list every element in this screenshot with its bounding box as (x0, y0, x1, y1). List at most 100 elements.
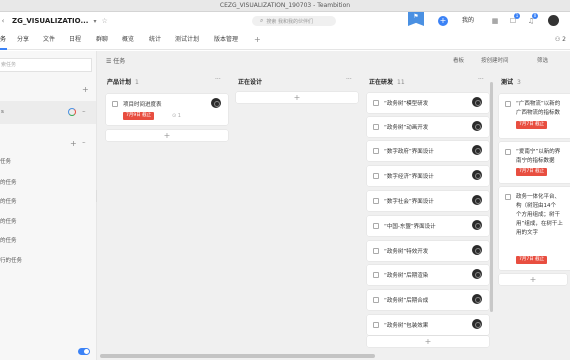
sidebar-toggle[interactable] (78, 348, 90, 355)
tab-tasks[interactable]: 务 (0, 30, 8, 50)
board-title: ☰ 任务 (106, 58, 126, 65)
assignee-avatar[interactable] (472, 319, 482, 329)
mine-menu[interactable]: 我的 (462, 16, 474, 26)
task-card[interactable]: “数字社会”界面设计 (367, 191, 489, 211)
tab-version-management[interactable]: 版本管理 (214, 30, 238, 50)
assignee-avatar[interactable] (472, 170, 482, 180)
task-card[interactable]: “政务树”特效开发 (367, 241, 489, 261)
task-card[interactable]: “政务树”包装效果 (367, 315, 489, 335)
task-card[interactable]: “广西物流”以新的 广西物流的指标数 7月7日 截止 (499, 94, 570, 138)
assignee-avatar[interactable] (472, 269, 482, 279)
task-checkbox[interactable] (505, 194, 511, 200)
task-checkbox[interactable] (373, 124, 379, 130)
task-checkbox[interactable] (373, 198, 379, 204)
assignee-avatar[interactable] (472, 220, 482, 230)
search-icon: ⌕ (260, 17, 264, 24)
sidebar-search-input[interactable]: 索任务 (0, 58, 92, 72)
sidebar-item[interactable]: 行的任务 (0, 256, 22, 264)
sidebar-add-group-icon[interactable]: + (70, 139, 77, 148)
task-checkbox[interactable] (373, 272, 379, 278)
tab-statistics[interactable]: 统计 (149, 30, 161, 50)
task-checkbox[interactable] (112, 101, 118, 107)
calendar-icon[interactable]: ▦ (490, 16, 500, 26)
task-checkbox[interactable] (373, 223, 379, 229)
sidebar-item[interactable]: 任务 (0, 157, 11, 165)
task-checkbox[interactable] (505, 101, 511, 107)
column-more-icon[interactable]: ··· (478, 76, 484, 83)
search-placeholder: 搜索 我和我的伙伴们 (266, 18, 313, 25)
task-checkbox[interactable] (373, 322, 379, 328)
task-card[interactable]: “政务树”模型研发 (367, 93, 489, 113)
add-tab-icon[interactable]: + (254, 30, 261, 50)
more-group-icon[interactable]: ··· (82, 140, 86, 147)
task-title: “政务树”特效开发 (384, 249, 429, 255)
task-card[interactable]: “政务树”后期渲染 (367, 265, 489, 285)
tab-group-chat[interactable]: 群聊 (96, 30, 108, 50)
tab-test-plan[interactable]: 测试计划 (175, 30, 199, 50)
assignee-avatar[interactable] (472, 145, 482, 155)
task-card[interactable]: “中国-东盟”界面设计 (367, 216, 489, 236)
add-task-button[interactable]: + (367, 336, 489, 347)
task-title: 政务一体化平台、 构（树冠由14个 个方用组成；树干 用”组成，在树干上 用的文字 (516, 194, 563, 236)
sort-select[interactable]: 按创建时间 (481, 56, 509, 64)
assignee-avatar[interactable] (472, 97, 482, 107)
sidebar-item[interactable]: 的任务 (0, 178, 17, 186)
column-title-plan: 产品计划 1 (107, 79, 139, 86)
task-checkbox[interactable] (373, 173, 379, 179)
task-checkbox[interactable] (505, 149, 511, 155)
task-checkbox[interactable] (373, 148, 379, 154)
add-task-button[interactable]: + (106, 130, 228, 141)
assignee-avatar[interactable] (211, 98, 221, 108)
task-title: “广西物流”以新的 广西物流的指标数 (516, 101, 561, 116)
add-icon[interactable]: + (438, 16, 448, 26)
assignee-avatar[interactable] (472, 294, 482, 304)
task-title: “政务树”后期渲染 (384, 273, 429, 279)
task-title: “数字社会”界面设计 (384, 199, 434, 205)
task-card[interactable]: 政务一体化平台、 构（树冠由14个 个方用组成；树干 用”组成，在树干上 用的文字 7月… (499, 187, 570, 270)
task-title: “政务树”包装效果 (384, 323, 429, 329)
task-card[interactable]: “政务树”后期合成 (367, 290, 489, 310)
tab-files[interactable]: 文件 (43, 30, 55, 50)
members-count[interactable]: ⚇ 2 (555, 30, 566, 50)
sidebar-item[interactable]: 的任务 (0, 236, 17, 244)
filter-button[interactable]: 筛选 (537, 56, 548, 64)
task-title: “爱南宁”以新的界 南宁的指标数据 (516, 149, 561, 164)
task-card[interactable]: “政务树”动画开发 (367, 117, 489, 137)
tab-schedule[interactable]: 日程 (69, 30, 81, 50)
sidebar-item[interactable]: 的任务 (0, 197, 17, 205)
add-task-button[interactable]: + (499, 274, 567, 285)
column-scrollbar[interactable] (490, 82, 493, 312)
sidebar-item[interactable]: 的任务 (0, 217, 17, 225)
assignee-avatar[interactable] (472, 195, 482, 205)
bookmark-flag-icon[interactable]: ⚑ (408, 12, 424, 26)
task-card[interactable]: “数字经济”界面设计 (367, 166, 489, 186)
assignee-avatar[interactable] (472, 245, 482, 255)
task-title: “政务树”动画开发 (384, 125, 429, 131)
task-checkbox[interactable] (373, 100, 379, 106)
column-more-icon[interactable]: ··· (215, 76, 221, 83)
due-date-badge: 7月7日 截止 (516, 121, 548, 129)
task-title: “政务树”后期合成 (384, 298, 429, 304)
task-title: “数字政府”界面设计 (384, 149, 434, 155)
tab-share[interactable]: 分享 (17, 30, 29, 50)
sidebar-add-icon[interactable]: + (82, 85, 89, 94)
column-more-icon[interactable]: ··· (346, 76, 352, 83)
task-checkbox[interactable] (373, 248, 379, 254)
back-icon[interactable]: ‹ (0, 12, 6, 30)
due-date-badge: 7月7日 截止 (516, 256, 548, 264)
task-checkbox[interactable] (373, 297, 379, 303)
task-card[interactable]: “爱南宁”以新的界 南宁的指标数据 7月7日 截止 (499, 142, 570, 183)
search-input[interactable]: ⌕ 搜索 我和我的伙伴们 (252, 16, 336, 26)
view-mode-select[interactable]: 看板 (453, 56, 464, 64)
more-icon[interactable]: ··· (82, 109, 86, 116)
project-title[interactable]: ZG_VISUALIZATIO... (12, 17, 88, 25)
user-avatar[interactable] (548, 15, 559, 26)
assignee-avatar[interactable] (472, 121, 482, 131)
board-horizontal-scrollbar[interactable] (100, 354, 375, 358)
star-icon[interactable]: ☆ (101, 17, 107, 25)
tab-overview[interactable]: 概览 (122, 30, 134, 50)
chevron-down-icon[interactable]: ▾ (93, 18, 96, 25)
task-card[interactable]: 项目时间进度表 7月9日 截止 ⊙ 1 (106, 94, 228, 125)
task-card[interactable]: “数字政府”界面设计 (367, 141, 489, 161)
add-task-button[interactable]: + (236, 92, 358, 103)
